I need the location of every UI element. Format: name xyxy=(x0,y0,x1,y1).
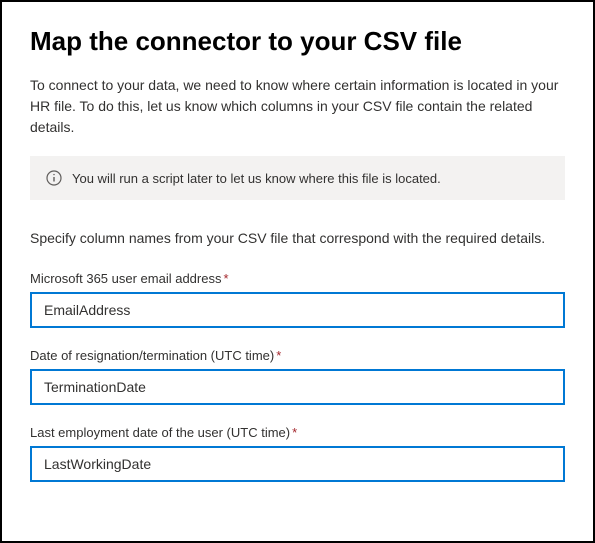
required-indicator: * xyxy=(223,271,228,286)
field-termination-date: Date of resignation/termination (UTC tim… xyxy=(30,348,565,405)
field-label-text: Date of resignation/termination (UTC tim… xyxy=(30,348,274,363)
info-icon xyxy=(46,170,62,186)
required-indicator: * xyxy=(292,425,297,440)
termination-date-input[interactable] xyxy=(30,369,565,405)
required-indicator: * xyxy=(276,348,281,363)
info-banner: You will run a script later to let us kn… xyxy=(30,156,565,200)
field-email-address: Microsoft 365 user email address* xyxy=(30,271,565,328)
field-last-working-date: Last employment date of the user (UTC ti… xyxy=(30,425,565,482)
field-label-last-working: Last employment date of the user (UTC ti… xyxy=(30,425,565,440)
field-label-email: Microsoft 365 user email address* xyxy=(30,271,565,286)
field-label-termination: Date of resignation/termination (UTC tim… xyxy=(30,348,565,363)
info-banner-text: You will run a script later to let us kn… xyxy=(72,171,441,186)
page-title: Map the connector to your CSV file xyxy=(30,26,565,57)
field-label-text: Last employment date of the user (UTC ti… xyxy=(30,425,290,440)
last-working-date-input[interactable] xyxy=(30,446,565,482)
field-label-text: Microsoft 365 user email address xyxy=(30,271,221,286)
section-description: Specify column names from your CSV file … xyxy=(30,228,565,249)
intro-description: To connect to your data, we need to know… xyxy=(30,75,565,138)
email-address-input[interactable] xyxy=(30,292,565,328)
